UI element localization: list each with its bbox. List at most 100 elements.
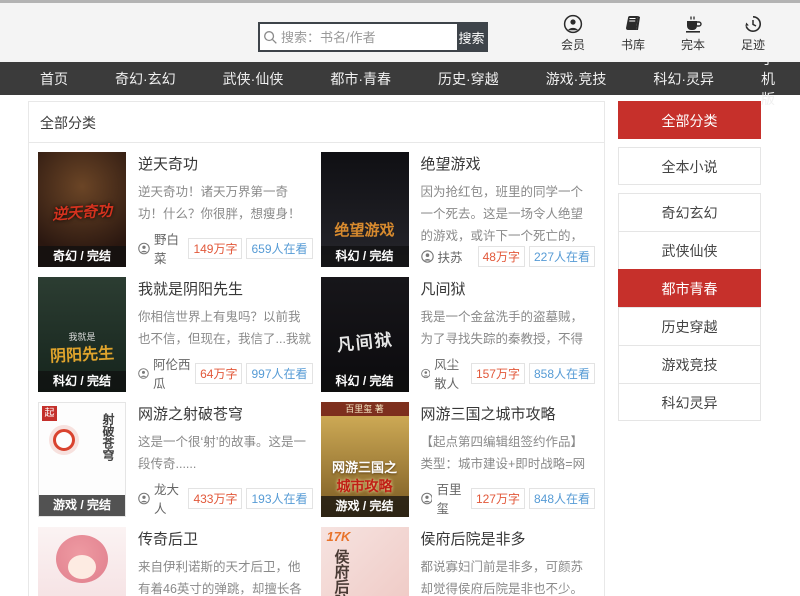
sidebar-item-wuxia[interactable]: 武侠仙侠 [618,231,761,269]
book-title[interactable]: 我就是阴阳先生 [138,278,313,299]
search-button[interactable]: 搜索 [457,24,486,50]
sidebar-item-complete-novels[interactable]: 全本小说 [618,147,761,185]
cover-title-text: 射破苍穹 [100,413,117,461]
book-title[interactable]: 绝望游戏 [421,153,596,174]
site-header: 搜索 会员 书库 完本 足迹 [0,3,800,62]
book-description: 【起点第四编辑组签约作品】类型：城市建设+即时战略=网游三国之城市攻略 简介：战… [421,431,596,475]
cover-title-text: 阴阳先生 [38,339,126,368]
book-meta: 扶苏 48万字 227人在看 [421,246,596,267]
completed-link[interactable]: 完本 [676,14,710,53]
word-count-badge: 127万字 [471,488,525,509]
author-icon [421,250,434,263]
cover-category-tag: 科幻 / 完结 [321,371,409,392]
author-icon [138,242,150,255]
book-card: 绝望游戏 科幻 / 完结 绝望游戏 因为抢红包，班里的同学一个一个死去。这是一场… [321,152,596,267]
book-cover[interactable]: 我就是 阴阳先生 科幻 / 完结 [38,277,126,392]
book-meta: 野白菜 149万字 659人在看 [138,229,313,267]
cover-author-strip: 百里玺 著 [321,402,409,416]
book-author[interactable]: 扶苏 [421,247,463,266]
author-icon [421,367,431,380]
book-card: 17K 侯府后院 侯府后院是非多 都说寡妇门前是非多，可颜苏却觉得侯府后院是非也… [321,527,596,596]
library-link[interactable]: 书库 [616,14,650,53]
book-cover[interactable]: 传奇后卫 [38,527,126,596]
nav-item-history[interactable]: 历史·穿越 [438,69,499,89]
nav-item-fantasy[interactable]: 奇幻·玄幻 [115,69,176,89]
nav-item-wuxia[interactable]: 武侠·仙侠 [223,69,284,89]
book-author[interactable]: 风尘散人 [421,354,471,392]
book-title[interactable]: 网游三国之城市攻略 [421,403,596,424]
nav-item-home[interactable]: 首页 [40,69,68,89]
history-label: 足迹 [741,36,765,53]
cover-category-tag: 游戏 / 完结 [39,495,125,516]
author-name: 野白菜 [154,229,188,267]
member-label: 会员 [561,36,585,53]
member-link[interactable]: 会员 [556,14,590,53]
history-link[interactable]: 足迹 [736,14,770,53]
cover-title2-text: 城市攻略 [321,476,409,496]
sidebar-item-all-categories[interactable]: 全部分类 [618,101,761,139]
book-stats: 127万字 848人在看 [471,488,595,509]
cover-title-text: 凡间狱 [321,323,409,357]
author-icon [138,492,150,505]
sidebar-item-scifi[interactable]: 科幻灵异 [618,383,761,421]
book-description: 因为抢红包，班里的同学一个一个死去。这是一场令人绝望的游戏，或许下一个死亡的，就… [421,181,596,242]
nav-item-scifi[interactable]: 科幻·灵异 [653,69,714,89]
word-count-badge: 157万字 [471,363,525,384]
word-count-badge: 149万字 [188,238,242,259]
book-list-panel: 全部分类 逆天奇功 奇幻 / 完结 逆天奇功 逆天奇功！诸天万界第一奇功！什么？… [28,101,605,596]
book-author[interactable]: 龙大人 [138,479,188,517]
book-info: 网游三国之城市攻略 【起点第四编辑组签约作品】类型：城市建设+即时战略=网游三国… [421,402,596,517]
word-count-badge: 48万字 [478,246,525,267]
search-input[interactable] [281,24,457,50]
word-count-badge: 433万字 [188,488,242,509]
readers-badge: 659人在看 [246,238,312,259]
header-quick-links: 会员 书库 完本 足迹 [556,14,770,53]
sidebar-item-history[interactable]: 历史穿越 [618,307,761,345]
book-title[interactable]: 逆天奇功 [138,153,313,174]
search-bar: 搜索 [258,22,488,52]
book-stats: 149万字 659人在看 [188,238,312,259]
readers-badge: 858人在看 [529,363,595,384]
completed-icon [683,14,703,34]
library-icon [623,14,643,34]
book-description: 逆天奇功！诸天万界第一奇功！什么？你很胖，想瘦身！那来修炼逆天奇功吧，让你光吃饭… [138,181,313,225]
readers-badge: 848人在看 [529,488,595,509]
book-author[interactable]: 百里玺 [421,479,471,517]
book-info: 侯府后院是非多 都说寡妇门前是非多，可颜苏却觉得侯府后院是非也不少。 难缠的各路… [421,527,596,596]
book-title[interactable]: 凡间狱 [421,278,596,299]
book-meta: 百里玺 127万字 848人在看 [421,479,596,517]
nav-item-game[interactable]: 游戏·竞技 [546,69,607,89]
book-author[interactable]: 阿伦西瓜 [138,354,195,392]
sidebar-item-fantasy[interactable]: 奇幻玄幻 [618,193,761,231]
author-name: 阿伦西瓜 [153,354,195,392]
book-title[interactable]: 传奇后卫 [138,528,313,549]
book-cover[interactable]: 百里玺 著 网游三国之 城市攻略 游戏 / 完结 [321,402,409,517]
cover-title-text: 逆天奇功 [38,198,126,225]
book-grid: 逆天奇功 奇幻 / 完结 逆天奇功 逆天奇功！诸天万界第一奇功！什么？你很胖，想… [29,143,604,596]
nav-item-urban[interactable]: 都市·青春 [330,69,391,89]
book-info: 网游之射破苍穹 这是一个很‘射’的故事。这是一段传奇...... 龙大人 433… [138,402,313,517]
book-title[interactable]: 网游之射破苍穹 [138,403,313,424]
book-description: 都说寡妇门前是非多，可颜苏却觉得侯府后院是非也不少。 难缠的各路小妾，躲不开的是… [421,556,596,596]
book-cover[interactable]: 起 射破苍穹 游戏 / 完结 [38,402,126,517]
cover-category-tag: 游戏 / 完结 [321,496,409,517]
cover-title-text: 侯府后院 [331,549,352,596]
book-author[interactable]: 野白菜 [138,229,188,267]
sidebar-item-game[interactable]: 游戏竞技 [618,345,761,383]
book-cover[interactable]: 绝望游戏 科幻 / 完结 [321,152,409,267]
search-icon [260,24,281,50]
book-title[interactable]: 侯府后院是非多 [421,528,596,549]
book-description: 你相信世界上有鬼吗？以前我也不信，但现在，我信了...我就是阴阳先生，贯穿阴阳的… [138,306,313,350]
book-cover[interactable]: 凡间狱 科幻 / 完结 [321,277,409,392]
book-meta: 风尘散人 157万字 858人在看 [421,354,596,392]
cover-title-text: 网游三国之 [321,457,409,476]
author-icon [421,492,433,505]
book-cover[interactable]: 17K 侯府后院 [321,527,409,596]
author-name: 风尘散人 [434,354,471,392]
sidebar-item-urban[interactable]: 都市青春 [618,269,761,307]
book-stats: 157万字 858人在看 [471,363,595,384]
book-cover[interactable]: 逆天奇功 奇幻 / 完结 [38,152,126,267]
author-name: 百里玺 [436,479,470,517]
cover-publisher-badge: 17K [327,529,351,544]
book-info: 凡间狱 我是一个金盆洗手的盗墓贼，为了寻找失踪的秦教授，不得不重操旧业，结果却意… [421,277,596,392]
